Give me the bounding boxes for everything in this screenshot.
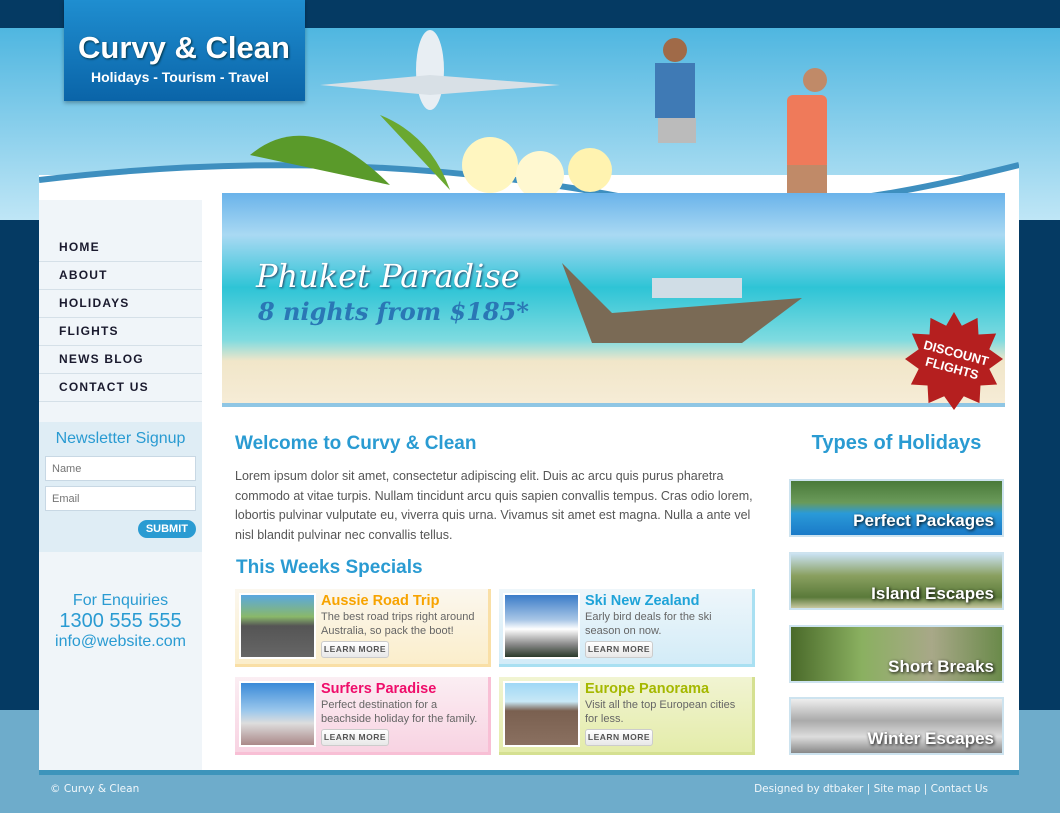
- main-nav: HOME ABOUT HOLIDAYS FLIGHTS NEWS BLOG CO…: [39, 234, 202, 402]
- header-illustration: [250, 30, 827, 205]
- learn-more-button[interactable]: LEARN MORE: [585, 641, 653, 658]
- special-card[interactable]: Europe Panorama Visit all the top Europe…: [499, 677, 755, 755]
- hero-banner[interactable]: Phuket Paradise 8 nights from $185*: [222, 193, 1005, 407]
- jumping-woman-icon: [787, 68, 827, 205]
- tile-label: Island Escapes: [871, 584, 994, 603]
- welcome-title: Welcome to Curvy & Clean: [235, 433, 477, 454]
- special-text: Visit all the top European cities for le…: [585, 699, 736, 725]
- nav-holidays[interactable]: HOLIDAYS: [39, 290, 202, 318]
- special-card[interactable]: Ski New Zealand Early bird deals for the…: [499, 589, 755, 667]
- footer-link-contact[interactable]: Contact Us: [931, 783, 988, 795]
- nav-home[interactable]: HOME: [39, 234, 202, 262]
- special-text: The best road trips right around Austral…: [321, 611, 475, 637]
- boat-icon: [562, 263, 802, 343]
- tile-label: Short Breaks: [888, 657, 994, 676]
- site-logo[interactable]: Curvy & Clean Holidays - Tourism - Trave…: [64, 0, 305, 101]
- holiday-type-tile[interactable]: Short Breaks: [789, 625, 1004, 683]
- learn-more-button[interactable]: LEARN MORE: [585, 729, 653, 746]
- city-image: [239, 681, 316, 747]
- newsletter-title: Newsletter Signup: [55, 430, 186, 447]
- logo-title: Curvy & Clean: [78, 30, 290, 65]
- learn-more-button[interactable]: LEARN MORE: [321, 729, 389, 746]
- special-title[interactable]: Surfers Paradise: [321, 681, 436, 697]
- footer-link-designer[interactable]: Designed by dtbaker: [754, 783, 863, 795]
- types-of-holidays: Types of Holidays: [789, 432, 1004, 455]
- banner-title: Phuket Paradise: [256, 257, 520, 295]
- footer-links: Designed by dtbaker | Site map | Contact…: [754, 783, 988, 795]
- nav-news-blog[interactable]: NEWS BLOG: [39, 346, 202, 374]
- special-title[interactable]: Aussie Road Trip: [321, 593, 439, 609]
- welcome-text: Lorem ipsum dolor sit amet, consectetur …: [235, 469, 753, 542]
- nav-flights[interactable]: FLIGHTS: [39, 318, 202, 346]
- email-input[interactable]: [45, 486, 196, 511]
- special-card[interactable]: Surfers Paradise Perfect destination for…: [235, 677, 491, 755]
- special-title[interactable]: Europe Panorama: [585, 681, 709, 697]
- footer-divider: [39, 770, 1019, 775]
- tile-label: Perfect Packages: [853, 511, 994, 530]
- types-title: Types of Holidays: [811, 432, 982, 454]
- newsletter-signup: Newsletter Signup SUBMIT: [39, 422, 202, 552]
- special-title[interactable]: Ski New Zealand: [585, 593, 699, 609]
- footer-link-sitemap[interactable]: Site map: [874, 783, 921, 795]
- special-text: Perfect destination for a beachside holi…: [321, 699, 478, 725]
- enquiries: For Enquiries 1300 555 555 info@website.…: [39, 592, 202, 651]
- name-input[interactable]: [45, 456, 196, 481]
- road-image: [239, 593, 316, 659]
- flowers-icon: [250, 115, 612, 199]
- banner-subtitle: 8 nights from $185*: [258, 297, 529, 326]
- holiday-type-tile[interactable]: Perfect Packages: [789, 479, 1004, 537]
- enquiries-label: For Enquiries: [72, 592, 169, 609]
- special-text: Early bird deals for the ski season on n…: [585, 611, 712, 637]
- footer-copyright: © Curvy & Clean: [50, 783, 140, 795]
- holiday-type-tile[interactable]: Winter Escapes: [789, 697, 1004, 755]
- mountain-image: [503, 593, 580, 659]
- jumping-man-icon: [655, 38, 696, 143]
- tile-label: Winter Escapes: [867, 729, 994, 748]
- holiday-type-tile[interactable]: Island Escapes: [789, 552, 1004, 610]
- submit-button[interactable]: SUBMIT: [137, 520, 196, 538]
- nav-about[interactable]: ABOUT: [39, 262, 202, 290]
- learn-more-button[interactable]: LEARN MORE: [321, 641, 389, 658]
- specials-title: This Weeks Specials: [236, 557, 423, 578]
- eiffel-tower-image: [503, 681, 580, 747]
- enquiries-phone: 1300 555 555: [59, 610, 182, 632]
- discount-flights-badge[interactable]: DISCOUNT FLIGHTS: [905, 312, 1003, 410]
- nav-contact-us[interactable]: CONTACT US: [39, 374, 202, 402]
- special-card[interactable]: Aussie Road Trip The best road trips rig…: [235, 589, 491, 667]
- enquiries-email[interactable]: info@website.com: [39, 633, 202, 651]
- logo-tagline: Holidays - Tourism - Travel: [91, 69, 269, 85]
- airplane-icon: [320, 30, 560, 110]
